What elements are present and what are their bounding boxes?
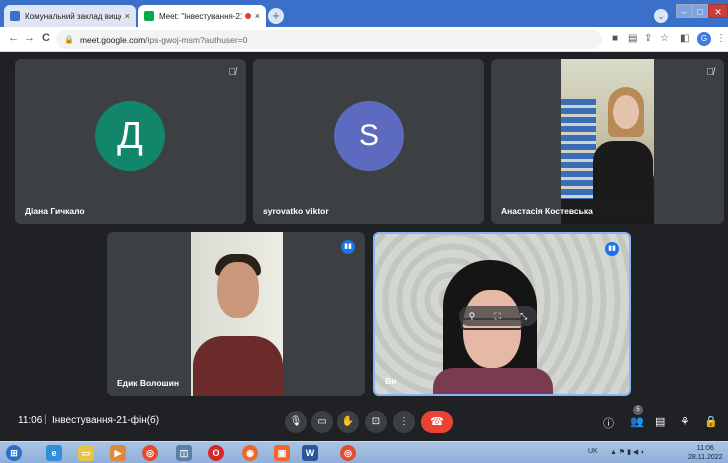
present-button[interactable]: ⊡	[365, 411, 387, 433]
tab-meet[interactable]: Meet: "Інвестування-21-фін ×	[138, 5, 266, 27]
address-bar[interactable]: 🔒 meet.google.com/ips-gwoj-msm?authuser=…	[56, 30, 602, 49]
translate-icon[interactable]: ▤	[628, 33, 637, 44]
camera-button[interactable]: ▭	[311, 411, 333, 433]
firefox-icon[interactable]: ◉	[242, 445, 258, 461]
tab-university[interactable]: Комунальний заклад вищої осв ×	[4, 5, 136, 27]
speaking-indicator-icon: ▮▮	[341, 240, 355, 254]
meeting-name: Інвестування-21-фін(б)	[52, 415, 160, 426]
camera-icon: ▭	[317, 416, 327, 427]
raise-hand-button[interactable]: ✋	[337, 411, 359, 433]
hand-icon: ✋	[341, 416, 355, 427]
participant-name: Едик Волошин	[117, 378, 179, 388]
chrome-icon[interactable]: ◎	[142, 445, 158, 461]
present-screen-icon: ⊡	[371, 416, 381, 427]
tab-close-icon[interactable]: ×	[255, 11, 260, 21]
divider: |	[44, 414, 47, 425]
share-icon[interactable]: ⇪	[644, 33, 652, 44]
avatar: S	[334, 101, 404, 171]
meeting-clock: 11:06	[18, 415, 43, 426]
word-icon[interactable]: W	[302, 445, 318, 461]
minimize-icon[interactable]: ⤡	[520, 311, 527, 322]
tab-search-icon[interactable]: ⌄	[654, 9, 668, 23]
file-explorer-icon[interactable]: ▭	[78, 445, 94, 461]
meeting-details-icon[interactable]: ⓘ	[603, 415, 614, 431]
maximize-button[interactable]: □	[692, 4, 708, 18]
avatar: Д	[95, 101, 165, 171]
menu-dots-icon[interactable]: ⋮	[716, 33, 726, 44]
phone-hangup-icon: ☎	[430, 416, 444, 428]
meet-control-bar: 11:06 | Інвестування-21-фін(б) 🎙 ▭ ✋ ⊡ ⋮…	[0, 403, 728, 441]
end-call-button[interactable]: ☎	[421, 411, 453, 433]
participant-name: Анастасія Костевська	[501, 206, 593, 216]
close-window-button[interactable]: ✕	[708, 4, 728, 18]
self-tile-toolbar: ⚲ ⛶ ⤡	[459, 306, 537, 326]
participant-name: Діана Гичкало	[25, 206, 85, 216]
participant-tile[interactable]: 🎙̸ Д Діана Гичкало	[15, 59, 246, 224]
participant-video	[191, 232, 283, 396]
participant-video	[561, 59, 654, 224]
taskbar-time: 11:06	[696, 445, 714, 452]
tray-icons[interactable]: ▲ ⚑ ▮ ◀ ◗	[610, 448, 644, 456]
participant-count-badge: 5	[633, 405, 643, 415]
chrome-active-icon[interactable]: ◎	[340, 445, 356, 461]
back-icon[interactable]: ←	[8, 32, 19, 44]
internet-explorer-icon[interactable]: e	[46, 445, 62, 461]
forward-icon[interactable]: →	[24, 32, 35, 44]
taskbar-date: 28.11.2022	[688, 454, 723, 461]
media-player-icon[interactable]: ▶	[110, 445, 126, 461]
reload-icon[interactable]: C	[42, 32, 50, 44]
site-favicon-icon	[10, 11, 20, 21]
url-path: /ips-gwoj-msm?authuser=0	[145, 34, 248, 45]
self-tile[interactable]: ⚲ ⛶ ⤡ ▮▮ Ви	[373, 232, 631, 396]
mic-icon: 🎙	[289, 416, 303, 427]
recording-dot-icon	[244, 13, 251, 19]
mic-off-icon: 🎙̸	[228, 67, 237, 78]
activities-icon[interactable]: ⚘	[680, 415, 690, 428]
more-options-button[interactable]: ⋮	[393, 411, 415, 433]
participant-tile[interactable]: ▮▮ Едик Волошин	[107, 232, 365, 396]
tab-close-icon[interactable]: ×	[125, 11, 130, 21]
host-controls-icon[interactable]: 🔒	[704, 415, 718, 428]
frame-icon[interactable]: ⛶	[495, 311, 501, 322]
profile-avatar[interactable]: G	[697, 32, 711, 46]
lock-icon: 🔒	[64, 35, 74, 44]
url-host: meet.google.com	[79, 34, 146, 45]
tab-label: Комунальний заклад вищої осв	[25, 11, 121, 21]
more-dots-icon: ⋮	[399, 416, 409, 427]
pin-icon[interactable]: ⚲	[469, 311, 476, 322]
mic-button[interactable]: 🎙	[285, 411, 307, 433]
speaking-indicator-icon: ▮▮	[605, 242, 619, 256]
app-orange-icon[interactable]: ▣	[274, 445, 290, 461]
camera-permission-icon[interactable]: ■	[612, 33, 618, 44]
tray-language[interactable]: UK	[588, 448, 598, 455]
meet-favicon-icon	[144, 11, 154, 21]
bookmark-star-icon[interactable]: ☆	[660, 33, 669, 44]
participant-name: syrovatko viktor	[263, 206, 329, 216]
app-icon[interactable]: ◫	[176, 445, 192, 461]
opera-icon[interactable]: O	[208, 445, 224, 461]
chat-icon[interactable]: ▤	[655, 415, 665, 428]
participant-tile[interactable]: 🎙̸ Анастасія Костевська	[491, 59, 724, 224]
windows-taskbar: ⊞ e ▭ ▶ ◎ ◫ O ◉ ▣ W ◎ UK ▲ ⚑ ▮ ◀ ◗ 11:06…	[0, 441, 728, 463]
taskbar-clock[interactable]: 11:06 28.11.2022	[688, 444, 723, 462]
minimize-button[interactable]: –	[676, 4, 692, 18]
start-button[interactable]: ⊞	[6, 445, 22, 461]
mic-off-icon: 🎙̸	[706, 67, 715, 78]
browser-titlebar: Комунальний заклад вищої осв × Meet: "Ін…	[0, 0, 728, 27]
new-tab-button[interactable]: +	[268, 8, 284, 24]
browser-toolbar: ← → C 🔒 meet.google.com/ips-gwoj-msm?aut…	[0, 27, 728, 52]
participant-name: Ви	[385, 376, 397, 386]
tab-label: Meet: "Інвестування-21-фін	[159, 11, 242, 21]
participant-tile[interactable]: S syrovatko viktor	[253, 59, 484, 224]
sidepanel-icon[interactable]: ◧	[680, 33, 689, 44]
people-icon[interactable]: 👥	[630, 415, 644, 428]
